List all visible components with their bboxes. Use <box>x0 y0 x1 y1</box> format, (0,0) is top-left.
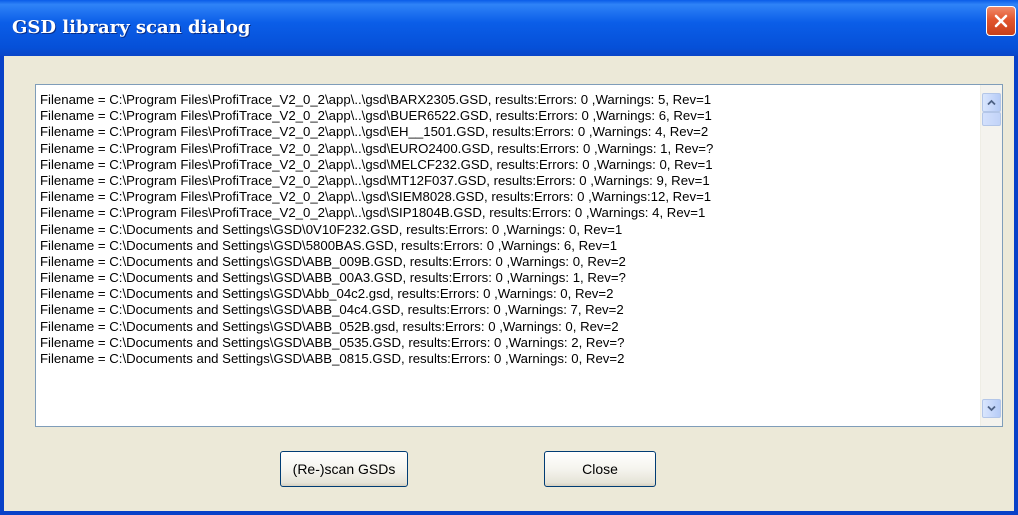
list-item[interactable]: Filename = C:\Program Files\ProfiTrace_V… <box>40 124 970 140</box>
list-item[interactable]: Filename = C:\Documents and Settings\GSD… <box>40 319 970 335</box>
window-close-button[interactable] <box>986 6 1016 36</box>
list-item[interactable]: Filename = C:\Documents and Settings\GSD… <box>40 254 970 270</box>
close-button[interactable]: Close <box>544 451 656 487</box>
scroll-up-button[interactable] <box>982 93 1001 112</box>
list-item[interactable]: Filename = C:\Documents and Settings\GSD… <box>40 335 970 351</box>
close-icon <box>994 14 1008 28</box>
list-item[interactable]: Filename = C:\Program Files\ProfiTrace_V… <box>40 205 970 221</box>
list-item[interactable]: Filename = C:\Program Files\ProfiTrace_V… <box>40 189 970 205</box>
chevron-up-icon <box>987 99 996 106</box>
list-item[interactable]: Filename = C:\Documents and Settings\GSD… <box>40 351 970 367</box>
rescan-gsds-button[interactable]: (Re-)scan GSDs <box>280 451 408 487</box>
list-item[interactable]: Filename = C:\Program Files\ProfiTrace_V… <box>40 157 970 173</box>
list-item[interactable]: Filename = C:\Program Files\ProfiTrace_V… <box>40 141 970 157</box>
scan-results-list[interactable]: Filename = C:\Program Files\ProfiTrace_V… <box>35 84 1003 427</box>
window-title: GSD library scan dialog <box>12 17 251 38</box>
title-bar[interactable]: GSD library scan dialog <box>0 0 1018 56</box>
list-item[interactable]: Filename = C:\Documents and Settings\GSD… <box>40 286 970 302</box>
chevron-down-icon <box>987 405 996 412</box>
scroll-thumb[interactable] <box>982 112 1001 126</box>
dialog-window: GSD library scan dialog Filename = C:\Pr… <box>0 0 1018 515</box>
list-item[interactable]: Filename = C:\Documents and Settings\GSD… <box>40 238 970 254</box>
list-item[interactable]: Filename = C:\Program Files\ProfiTrace_V… <box>40 108 970 124</box>
vertical-scrollbar[interactable] <box>980 85 1002 426</box>
list-item[interactable]: Filename = C:\Documents and Settings\GSD… <box>40 270 970 286</box>
scroll-down-button[interactable] <box>982 399 1001 418</box>
list-item[interactable]: Filename = C:\Program Files\ProfiTrace_V… <box>40 173 970 189</box>
scan-results-lines: Filename = C:\Program Files\ProfiTrace_V… <box>40 92 970 367</box>
list-item[interactable]: Filename = C:\Documents and Settings\GSD… <box>40 302 970 318</box>
list-item[interactable]: Filename = C:\Program Files\ProfiTrace_V… <box>40 92 970 108</box>
list-item[interactable]: Filename = C:\Documents and Settings\GSD… <box>40 222 970 238</box>
